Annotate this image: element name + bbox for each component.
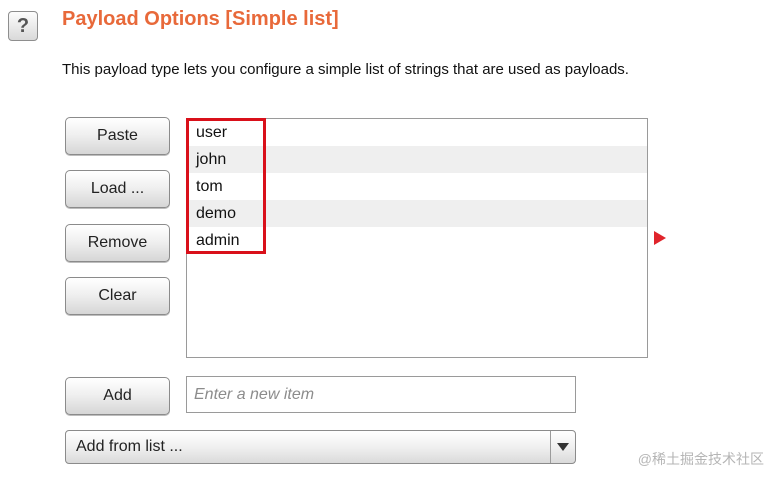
clear-button[interactable]: Clear — [65, 277, 170, 315]
load-button[interactable]: Load ... — [65, 170, 170, 208]
chevron-down-icon — [557, 443, 569, 451]
new-item-input[interactable] — [186, 376, 576, 413]
list-item[interactable]: demo — [187, 200, 647, 227]
add-from-list-label: Add from list ... — [76, 438, 183, 455]
help-button[interactable]: ? — [8, 11, 38, 41]
watermark: @稀土掘金技术社区 — [637, 451, 764, 467]
list-item[interactable]: admin — [187, 227, 647, 254]
help-icon: ? — [16, 14, 30, 37]
remove-button[interactable]: Remove — [65, 224, 170, 262]
paste-button[interactable]: Paste — [65, 117, 170, 155]
list-item[interactable]: john — [187, 146, 647, 173]
list-item[interactable]: user — [187, 119, 647, 146]
list-item[interactable]: tom — [187, 173, 647, 200]
add-from-list-select[interactable]: Add from list ... — [65, 430, 576, 464]
payload-description: This payload type lets you configure a s… — [62, 61, 629, 78]
payload-list[interactable]: user john tom demo admin — [186, 118, 648, 358]
select-arrow-button[interactable] — [550, 431, 575, 463]
add-button[interactable]: Add — [65, 377, 170, 415]
play-triangle-icon — [654, 231, 666, 245]
page-title: Payload Options [Simple list] — [62, 8, 339, 30]
